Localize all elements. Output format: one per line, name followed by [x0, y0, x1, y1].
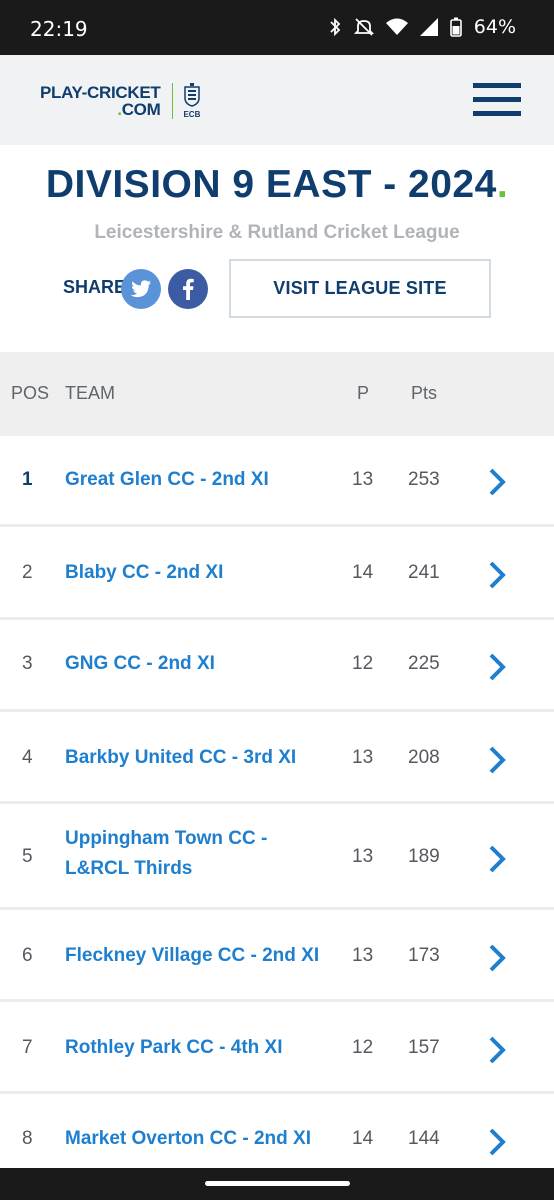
- menu-bar-middle: [473, 97, 521, 102]
- twitter-share-button[interactable]: [121, 269, 161, 309]
- menu-bar-bottom: [473, 111, 521, 116]
- chevron-right-icon[interactable]: [486, 467, 508, 497]
- table-row[interactable]: 2 Blaby CC - 2nd XI 14 241: [0, 527, 554, 620]
- bluetooth-icon: [330, 17, 341, 37]
- row-played: 13: [352, 945, 374, 966]
- table-row[interactable]: 4 Barkby United CC - 3rd XI 13 208: [0, 712, 554, 804]
- row-position: 8: [22, 1128, 33, 1149]
- play-cricket-logo[interactable]: PLAY-CRICKET .COM ECB: [40, 82, 200, 119]
- chevron-right-icon[interactable]: [486, 560, 508, 590]
- column-header-pos: POS: [11, 383, 50, 403]
- chevron-right-icon[interactable]: [486, 652, 508, 682]
- home-gesture-handle[interactable]: [205, 1181, 350, 1186]
- table-row[interactable]: 1 Great Glen CC - 2nd XI 13 253: [0, 436, 554, 527]
- row-played: 13: [352, 469, 374, 490]
- row-team-link[interactable]: Fleckney Village CC - 2nd XI: [65, 941, 335, 971]
- row-played: 14: [352, 562, 374, 583]
- title-accent-dot: .: [496, 163, 509, 206]
- row-points: 157: [408, 1037, 440, 1058]
- row-position: 5: [22, 846, 33, 867]
- row-team-link[interactable]: Market Overton CC - 2nd XI: [65, 1124, 335, 1154]
- table-row[interactable]: 6 Fleckney Village CC - 2nd XI 13 173: [0, 910, 554, 1002]
- column-header-points: Pts: [411, 383, 438, 403]
- row-position: 3: [22, 653, 33, 674]
- row-points: 144: [408, 1128, 440, 1149]
- column-header-played: P: [357, 383, 370, 403]
- ecb-crest: ECB: [183, 82, 200, 119]
- hamburger-menu-icon[interactable]: [473, 83, 521, 117]
- row-position: 2: [22, 562, 33, 583]
- system-navigation-bar: [0, 1168, 554, 1200]
- chevron-right-icon[interactable]: [486, 1035, 508, 1065]
- status-icons: 64%: [328, 16, 516, 38]
- page-title: DIVISION 9 EAST - 2024.: [0, 163, 554, 207]
- ecb-crest-icon: [184, 83, 200, 107]
- chevron-right-icon[interactable]: [486, 844, 508, 874]
- column-header-team: TEAM: [65, 383, 116, 403]
- table-header: POS TEAM P Pts: [0, 352, 554, 436]
- facebook-icon: [183, 278, 194, 300]
- chevron-right-icon[interactable]: [486, 943, 508, 973]
- logo-line1: PLAY-CRICKET: [40, 82, 161, 102]
- battery-icon: [449, 17, 462, 37]
- row-points: 189: [408, 846, 440, 867]
- row-played: 14: [352, 1128, 374, 1149]
- row-points: 241: [408, 562, 440, 583]
- row-played: 12: [352, 653, 374, 674]
- row-points: 173: [408, 945, 440, 966]
- league-name: Leicestershire & Rutland Cricket League: [94, 222, 460, 243]
- twitter-icon: [130, 280, 151, 298]
- site-header: PLAY-CRICKET .COM ECB: [0, 55, 554, 145]
- row-played: 12: [352, 1037, 374, 1058]
- facebook-share-button[interactable]: [168, 269, 208, 309]
- table-row[interactable]: 5 Uppingham Town CC - L&RCL Thirds 13 18…: [0, 804, 554, 910]
- status-bar: 22:19 64%: [0, 0, 554, 55]
- table-row[interactable]: 3 GNG CC - 2nd XI 12 225: [0, 620, 554, 712]
- logo-com: COM: [121, 99, 161, 119]
- logo-divider: [172, 82, 174, 119]
- row-points: 225: [408, 653, 440, 674]
- mute-icon: [353, 18, 374, 36]
- row-team-link[interactable]: Rothley Park CC - 4th XI: [65, 1033, 335, 1063]
- status-time: 22:19: [30, 17, 88, 41]
- row-played: 13: [352, 747, 374, 768]
- chevron-right-icon[interactable]: [486, 745, 508, 775]
- row-position: 6: [22, 945, 33, 966]
- table-row[interactable]: 7 Rothley Park CC - 4th XI 12 157: [0, 1002, 554, 1094]
- chevron-right-icon[interactable]: [486, 1127, 508, 1157]
- division-title: DIVISION 9 EAST - 2024: [45, 163, 497, 206]
- battery-percent: 64%: [473, 16, 516, 38]
- row-position: 1: [22, 469, 33, 490]
- menu-bar-top: [473, 83, 521, 88]
- logo-line2: .COM: [40, 99, 161, 119]
- row-team-link[interactable]: Great Glen CC - 2nd XI: [65, 465, 335, 495]
- row-played: 13: [352, 846, 374, 867]
- row-team-link[interactable]: Blaby CC - 2nd XI: [65, 558, 335, 588]
- wifi-icon: [385, 18, 408, 35]
- row-team-link[interactable]: Uppingham Town CC - L&RCL Thirds: [65, 824, 315, 884]
- logo-text: PLAY-CRICKET .COM: [40, 82, 161, 119]
- row-team-link[interactable]: Barkby United CC - 3rd XI: [65, 743, 335, 773]
- share-label: SHARE: [63, 277, 127, 297]
- visit-league-site-button[interactable]: VISIT LEAGUE SITE: [229, 259, 491, 318]
- row-points: 208: [408, 747, 440, 768]
- row-team-link[interactable]: GNG CC - 2nd XI: [65, 649, 335, 679]
- row-points: 253: [408, 469, 440, 490]
- row-position: 4: [22, 747, 33, 768]
- signal-icon: [419, 18, 438, 36]
- row-position: 7: [22, 1037, 33, 1058]
- ecb-label: ECB: [183, 110, 201, 119]
